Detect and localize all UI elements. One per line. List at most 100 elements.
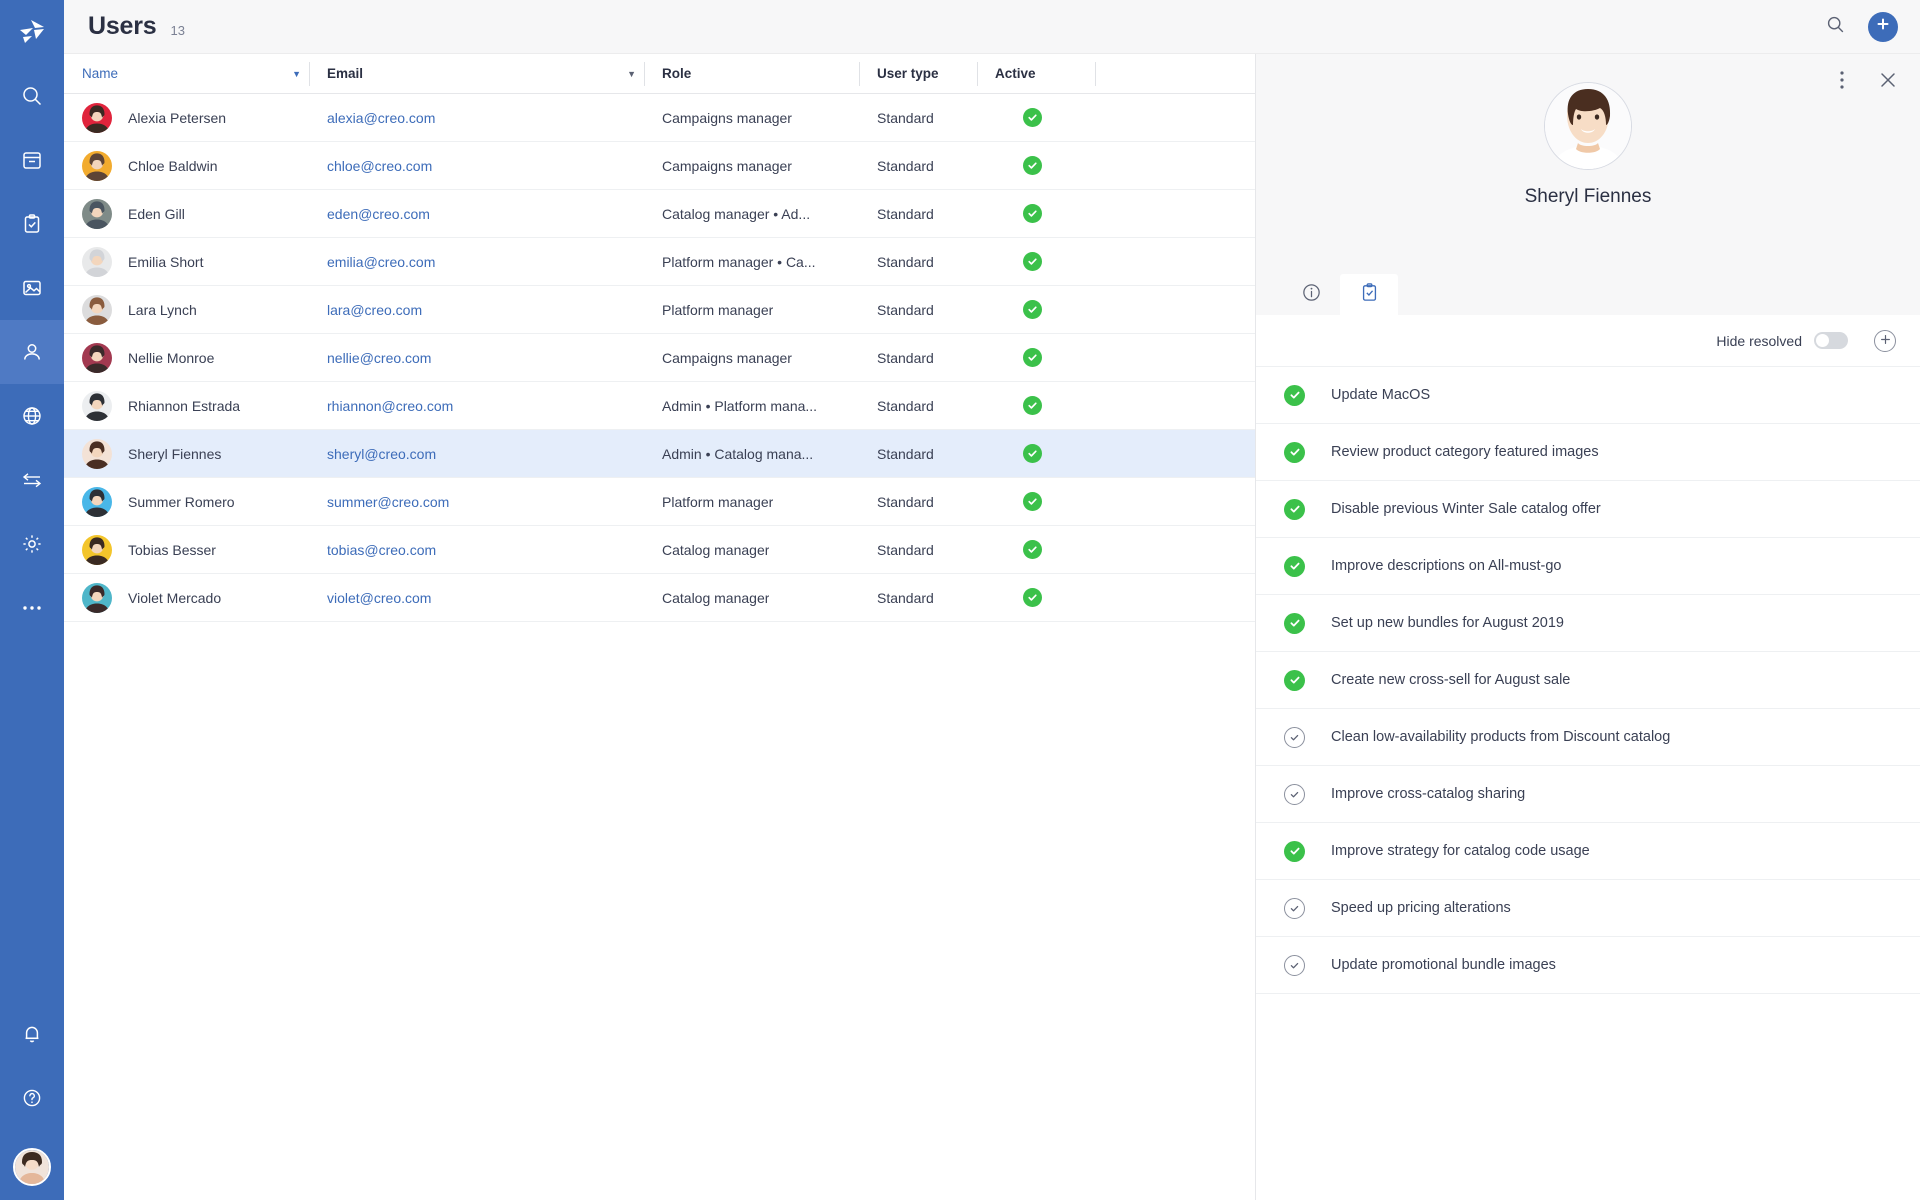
role-text: Campaigns manager (662, 349, 792, 366)
sidebar-item-search[interactable] (0, 64, 64, 128)
task-resolved-icon[interactable] (1284, 441, 1305, 463)
task-resolved-icon[interactable] (1284, 669, 1305, 691)
task-unresolved-icon[interactable] (1284, 726, 1305, 748)
active-check-icon (1022, 204, 1042, 223)
cell-name: Chloe Baldwin (64, 142, 309, 190)
task-resolved-icon[interactable] (1284, 612, 1305, 634)
add-task-button[interactable] (1874, 329, 1896, 352)
task-list-item[interactable]: Create new cross-sell for August sale (1256, 652, 1920, 709)
cell-role: Catalog manager (644, 526, 859, 574)
column-header-email[interactable]: Email ▼ (309, 54, 644, 94)
task-list-item[interactable]: Disable previous Winter Sale catalog off… (1256, 481, 1920, 538)
cell-tail (1095, 238, 1255, 286)
sidebar-item-notifications[interactable] (0, 1002, 64, 1066)
cell-role: Campaigns manager (644, 142, 859, 190)
task-label: Improve cross-catalog sharing (1331, 786, 1526, 802)
task-label: Clean low-availability products from Dis… (1331, 729, 1671, 745)
sidebar-item-products[interactable] (0, 128, 64, 192)
user-name-text: Violet Mercado (128, 589, 222, 606)
hide-resolved-toggle[interactable] (1814, 332, 1848, 349)
task-resolved-icon[interactable] (1284, 840, 1305, 862)
table-row[interactable]: Emilia Short emilia@creo.com Platform mana… (64, 238, 1255, 286)
column-header-user-type[interactable]: User type (859, 54, 977, 94)
email-link[interactable]: alexia@creo.com (327, 110, 435, 126)
help-circle-icon (21, 1087, 43, 1109)
table-row[interactable]: Sheryl Fiennes sheryl@creo.com Admin • Cat… (64, 430, 1255, 478)
column-header-role[interactable]: Role (644, 54, 859, 94)
sidebar-item-help[interactable] (0, 1066, 64, 1130)
role-text: Platform manager (662, 493, 774, 510)
sidebar-item-imports[interactable] (0, 448, 64, 512)
email-link[interactable]: emilia@creo.com (327, 254, 435, 270)
table-row[interactable]: Chloe Baldwin chloe@creo.com Campaigns man… (64, 142, 1255, 190)
column-header-name[interactable]: Name ▼ (64, 54, 309, 94)
email-link[interactable]: eden@creo.com (327, 206, 430, 222)
cell-email: tobias@creo.com (309, 526, 644, 574)
task-resolved-icon[interactable] (1284, 498, 1305, 520)
task-list-item[interactable]: Improve cross-catalog sharing (1256, 766, 1920, 823)
cell-user-type: Standard (859, 238, 977, 286)
column-label: Name (82, 66, 119, 81)
table-row[interactable]: Summer Romero summer@creo.com Platform man… (64, 478, 1255, 526)
task-unresolved-icon[interactable] (1284, 783, 1305, 805)
transfer-arrows-icon (20, 469, 44, 491)
cell-name: Summer Romero (64, 478, 309, 526)
header-search-button[interactable] (1818, 10, 1852, 44)
email-link[interactable]: tobias@creo.com (327, 542, 436, 558)
email-link[interactable]: sheryl@creo.com (327, 446, 436, 462)
email-link[interactable]: lara@creo.com (327, 302, 422, 318)
sidebar-item-tasks[interactable] (0, 192, 64, 256)
table-row[interactable]: Violet Mercado violet@creo.com Catalog man… (64, 574, 1255, 622)
user-name-text: Sheryl Fiennes (128, 445, 222, 462)
column-label: Role (662, 66, 692, 81)
table-row[interactable]: Alexia Petersen alexia@creo.com Campaigns … (64, 94, 1255, 142)
task-list-item[interactable]: Improve strategy for catalog code usage (1256, 823, 1920, 880)
task-list-item[interactable]: Update promotional bundle images (1256, 937, 1920, 994)
task-list-item[interactable]: Review product category featured images (1256, 424, 1920, 481)
sidebar-item-users[interactable] (0, 320, 64, 384)
cell-active (977, 238, 1095, 286)
column-header-active[interactable]: Active (977, 54, 1095, 94)
detail-more-button[interactable] (1830, 70, 1854, 94)
email-link[interactable]: nellie@creo.com (327, 350, 431, 366)
sidebar-item-more[interactable] (0, 576, 64, 640)
sidebar-item-media[interactable] (0, 256, 64, 320)
table-row[interactable]: Tobias Besser tobias@creo.com Catalog mana… (64, 526, 1255, 574)
task-resolved-icon[interactable] (1284, 555, 1305, 577)
task-label: Disable previous Winter Sale catalog off… (1331, 501, 1601, 517)
user-name-text: Alexia Petersen (128, 109, 227, 126)
sidebar-item-channels[interactable] (0, 384, 64, 448)
sidebar-item-settings[interactable] (0, 512, 64, 576)
cell-email: sheryl@creo.com (309, 430, 644, 478)
account-avatar[interactable] (13, 1148, 51, 1186)
cell-active (977, 94, 1095, 142)
email-link[interactable]: chloe@creo.com (327, 158, 432, 174)
task-unresolved-icon[interactable] (1284, 897, 1305, 919)
task-list-item[interactable]: Clean low-availability products from Dis… (1256, 709, 1920, 766)
main-region: Users 13 Name ▼ Email ▼ Role User type A… (64, 0, 1920, 1200)
tab-tasks[interactable] (1340, 274, 1398, 315)
task-resolved-icon[interactable] (1284, 384, 1305, 406)
task-list-item[interactable]: Update MacOS (1256, 367, 1920, 424)
task-list-item[interactable]: Set up new bundles for August 2019 (1256, 595, 1920, 652)
column-label: User type (877, 66, 939, 81)
user-detail-panel: Sheryl Fiennes Hide resolved Update MacO… (1255, 54, 1920, 1200)
table-row[interactable]: Eden Gill eden@creo.com Catalog manager • … (64, 190, 1255, 238)
toggle-knob (1816, 334, 1829, 347)
email-link[interactable]: rhiannon@creo.com (327, 398, 453, 414)
tab-info[interactable] (1282, 274, 1340, 315)
table-row[interactable]: Nellie Monroe nellie@creo.com Campaigns ma… (64, 334, 1255, 382)
email-link[interactable]: violet@creo.com (327, 590, 431, 606)
table-row[interactable]: Lara Lynch lara@creo.com Platform manager S… (64, 286, 1255, 334)
task-list-item[interactable]: Improve descriptions on All-must-go (1256, 538, 1920, 595)
detail-close-button[interactable] (1876, 70, 1900, 94)
table-row[interactable]: Rhiannon Estrada rhiannon@creo.com Admin •… (64, 382, 1255, 430)
task-unresolved-icon[interactable] (1284, 954, 1305, 976)
cell-role: Admin • Platform mana... (644, 382, 859, 430)
task-check (1284, 669, 1305, 691)
creo-logo[interactable] (0, 0, 64, 64)
add-user-button[interactable] (1868, 11, 1898, 42)
email-link[interactable]: summer@creo.com (327, 494, 449, 510)
task-list-item[interactable]: Speed up pricing alterations (1256, 880, 1920, 937)
sidebar-top-group (0, 0, 64, 640)
